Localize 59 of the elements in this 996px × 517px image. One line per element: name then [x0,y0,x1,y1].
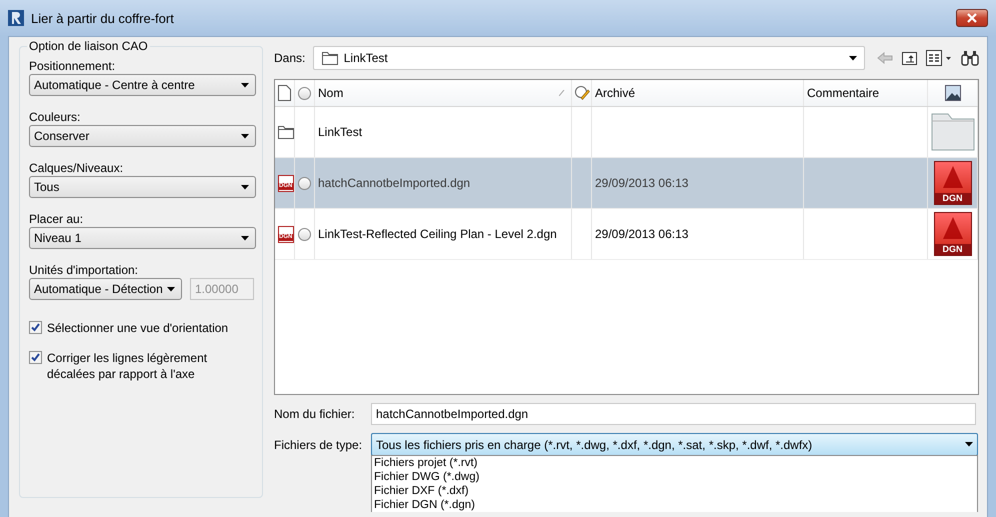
dropdown-arrow-icon [849,56,857,60]
checkbox[interactable] [29,321,42,334]
file-name: LinkTest [318,125,362,139]
field-label: Fichiers de type: [274,438,364,452]
dropdown[interactable]: Conserver [29,125,256,147]
dropdown-arrow-icon [167,286,175,292]
field-label: Calques/Niveaux: [29,161,124,176]
folder-icon [322,52,338,64]
column-header[interactable]: Nom [318,86,344,100]
folder-icon [278,126,294,138]
column-header[interactable]: Commentaire [807,86,880,100]
binoculars-icon[interactable] [961,50,979,66]
radio-icon [298,86,311,100]
dropdown-option[interactable]: Fichier DWG (*.dwg) [374,470,975,484]
dropdown-option[interactable]: Fichier DXF (*.dxf) [374,484,975,498]
archived-date: 29/09/2013 06:13 [595,176,688,190]
dgn-thumbnail: DGN [934,212,972,256]
file-type-dropdown[interactable]: Tous les fichiers pris en charge (*.rvt, *.dwg, *.dxf, *.dgn, *.sat, *.skp, *.dwf, *.dwfx) [371,433,978,456]
location-label: Dans: [274,51,306,65]
folder-icon [930,113,974,151]
checkbox[interactable] [29,351,42,364]
file-name: LinkTest-Reflected Ceiling Plan - Level 2.dgn [318,227,557,241]
dropdown[interactable]: Automatique - Détection [29,278,182,300]
field-label: Positionnement: [29,59,116,74]
pencil-icon [574,85,590,101]
checkbox-label: Sélectionner une vue d'orientation [47,320,230,336]
dgn-thumbnail: DGN [934,161,972,205]
dropdown[interactable]: Tous [29,176,256,198]
archived-date: 29/09/2013 06:13 [595,227,688,241]
sort-icon [559,90,565,96]
location-dropdown[interactable]: LinkTest [312,46,865,70]
group-title: Option de liaison CAO [27,39,150,53]
document-icon [278,85,291,101]
radio-button[interactable] [298,176,311,190]
column-header[interactable]: Archivé [595,86,636,100]
file-name-field[interactable]: hatchCannotbeImported.dgn [371,403,976,425]
dropdown[interactable]: Automatique - Centre à centre [29,74,256,96]
dropdown-arrow-icon [241,184,249,190]
dropdown[interactable]: Niveau 1 [29,227,256,249]
window-title: Lier à partir du coffre-fort [31,10,174,26]
image-icon [944,85,960,101]
dropdown-arrow-icon [241,134,249,138]
field-label: Nom du fichier: [274,407,356,421]
view-menu-icon[interactable] [926,50,952,66]
up-folder-icon[interactable] [902,51,917,65]
file-name: hatchCannotbeImported.dgn [318,176,470,190]
dropdown-arrow-icon [965,442,973,447]
dropdown-option[interactable]: Fichier DGN (*.dgn) [374,498,975,512]
app-logo-icon [8,10,24,26]
field-label: Unités d'importation: [29,263,140,278]
close-button[interactable] [956,9,988,27]
dropdown-arrow-icon [241,236,249,240]
dropdown-arrow-icon [241,82,249,88]
field-label: Couleurs: [29,110,82,125]
checkbox-label: Corriger les lignes légèrement décalées par rapport à l'axe [47,350,208,382]
field-label: Placer au: [29,212,84,227]
close-icon [966,13,978,23]
radio-button[interactable] [298,228,311,240]
dropdown-option[interactable]: Fichiers projet (*.rvt) [374,456,975,470]
